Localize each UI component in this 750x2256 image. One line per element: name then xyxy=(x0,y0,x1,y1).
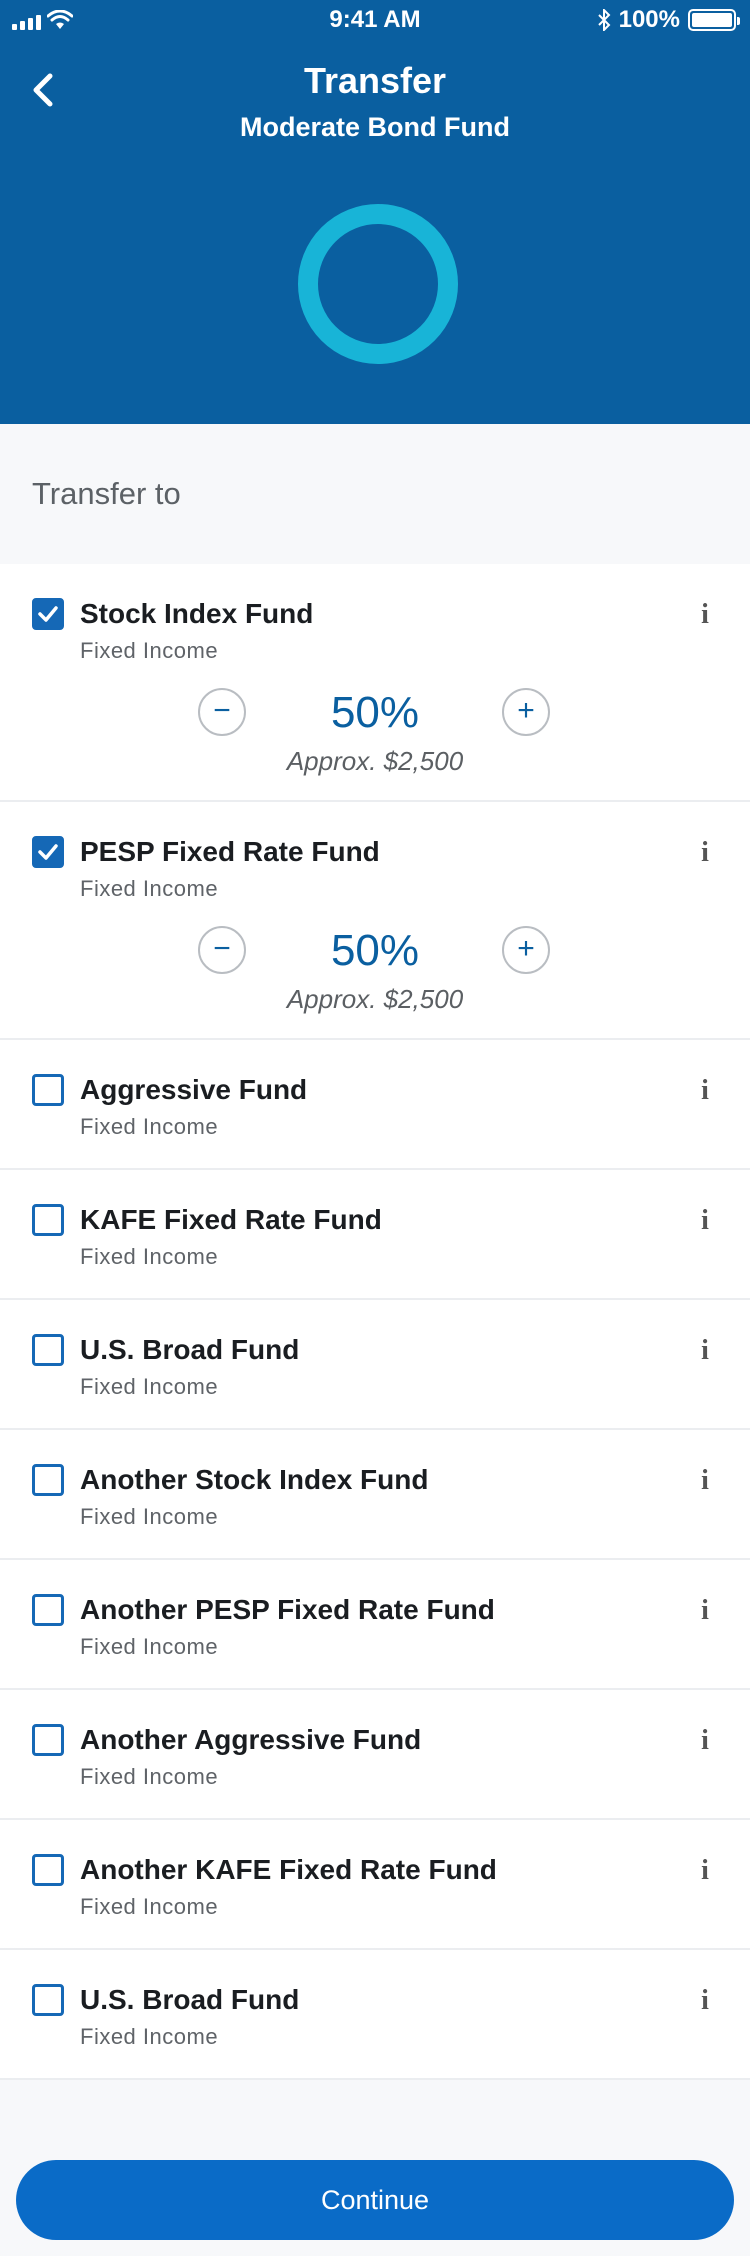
fund-row[interactable]: Aggressive Fund Fixed Income i xyxy=(0,1040,750,1170)
info-icon[interactable]: i xyxy=(696,1596,714,1626)
section-header: Transfer to xyxy=(0,424,750,564)
fund-category: Fixed Income xyxy=(80,1114,219,1139)
fund-category: Fixed Income xyxy=(80,1374,219,1399)
status-bar: 9:41 AM 100% xyxy=(0,0,750,40)
info-icon[interactable]: i xyxy=(696,1726,714,1756)
info-icon[interactable]: i xyxy=(696,1986,714,2016)
checkbox-unchecked[interactable] xyxy=(32,1334,64,1366)
fund-category: Fixed Income xyxy=(80,1244,219,1269)
approx-amount: Approx. $2,500 xyxy=(286,984,464,1014)
fund-name: Stock Index Fund xyxy=(80,598,314,629)
fund-row[interactable]: PESP Fixed Rate Fund Fixed Income i −50% + Ap… xyxy=(0,802,750,1040)
fund-name: Another Stock Index Fund xyxy=(80,1464,429,1495)
fund-row[interactable]: Stock Index Fund Fixed Income i −50% + Approx… xyxy=(0,564,750,802)
fund-category: Fixed Income xyxy=(80,2024,219,2049)
checkbox-unchecked[interactable] xyxy=(32,1594,64,1626)
info-icon[interactable]: i xyxy=(696,1856,714,1886)
fund-row[interactable]: Another Aggressive Fund Fixed Income i xyxy=(0,1690,750,1820)
allocation-percent: 50% xyxy=(330,688,420,737)
checkbox-unchecked[interactable] xyxy=(32,1984,64,2016)
fund-category: Fixed Income xyxy=(80,876,219,901)
checkbox-unchecked[interactable] xyxy=(32,1074,64,1106)
fund-row[interactable]: Another Stock Index Fund Fixed Income i xyxy=(0,1430,750,1560)
battery-icon xyxy=(688,9,740,31)
info-icon[interactable]: i xyxy=(696,1076,714,1106)
fund-category: Fixed Income xyxy=(80,1504,219,1529)
bluetooth-icon xyxy=(597,9,611,31)
info-icon[interactable]: i xyxy=(696,1466,714,1496)
fund-row[interactable]: U.S. Broad Fund Fixed Income i xyxy=(0,1300,750,1430)
fund-name: KAFE Fixed Rate Fund xyxy=(80,1204,382,1235)
status-right: 100% xyxy=(597,6,740,34)
checkmark-icon xyxy=(38,606,58,622)
checkbox-unchecked[interactable] xyxy=(32,1724,64,1756)
fund-row[interactable]: Another PESP Fixed Rate Fund Fixed Income… xyxy=(0,1560,750,1690)
page-title: Transfer xyxy=(303,60,447,101)
fund-name: Aggressive Fund xyxy=(80,1074,308,1105)
fund-name: Another Aggressive Fund xyxy=(80,1724,422,1755)
fund-name: U.S. Broad Fund xyxy=(80,1334,300,1365)
fund-category: Fixed Income xyxy=(80,1634,219,1659)
header: 9:41 AM 100% Transfer Moderate Bond Fund xyxy=(0,0,750,424)
fund-category: Fixed Income xyxy=(80,638,219,663)
checkbox-unchecked[interactable] xyxy=(32,1204,64,1236)
info-icon[interactable]: i xyxy=(696,1206,714,1236)
fund-name: PESP Fixed Rate Fund xyxy=(80,836,380,867)
allocation-ring xyxy=(298,204,458,364)
fund-row[interactable]: Another KAFE Fixed Rate Fund Fixed Income… xyxy=(0,1820,750,1950)
approx-amount: Approx. $2,500 xyxy=(286,746,464,776)
info-icon[interactable]: i xyxy=(696,1336,714,1366)
continue-button[interactable]: Continue xyxy=(16,2160,734,2240)
allocation-stepper: −50% + xyxy=(0,688,750,744)
fund-category: Fixed Income xyxy=(80,1894,219,1919)
allocation-stepper: −50% + xyxy=(0,926,750,982)
fund-row[interactable]: KAFE Fixed Rate Fund Fixed Income i xyxy=(0,1170,750,1300)
increase-button[interactable]: + xyxy=(502,926,550,974)
fund-list: Stock Index Fund Fixed Income i −50% + Approx… xyxy=(0,564,750,2080)
info-icon[interactable]: i xyxy=(696,600,714,630)
checkbox-checked[interactable] xyxy=(32,836,64,868)
allocation-percent: 50% xyxy=(330,926,420,975)
increase-button[interactable]: + xyxy=(502,688,550,736)
fund-name: Another PESP Fixed Rate Fund xyxy=(80,1594,495,1625)
fund-category: Fixed Income xyxy=(80,1764,219,1789)
checkbox-unchecked[interactable] xyxy=(32,1854,64,1886)
checkmark-icon xyxy=(38,844,58,860)
page-subtitle: Moderate Bond Fund xyxy=(240,112,510,142)
battery-percent: 100% xyxy=(618,6,680,33)
fund-name: Another KAFE Fixed Rate Fund xyxy=(80,1854,497,1885)
section-label: Transfer to xyxy=(32,476,181,511)
checkbox-checked[interactable] xyxy=(32,598,64,630)
fund-name: U.S. Broad Fund xyxy=(80,1984,300,2015)
checkbox-unchecked[interactable] xyxy=(32,1464,64,1496)
info-icon[interactable]: i xyxy=(696,838,714,868)
fund-row[interactable]: U.S. Broad Fund Fixed Income i xyxy=(0,1950,750,2080)
